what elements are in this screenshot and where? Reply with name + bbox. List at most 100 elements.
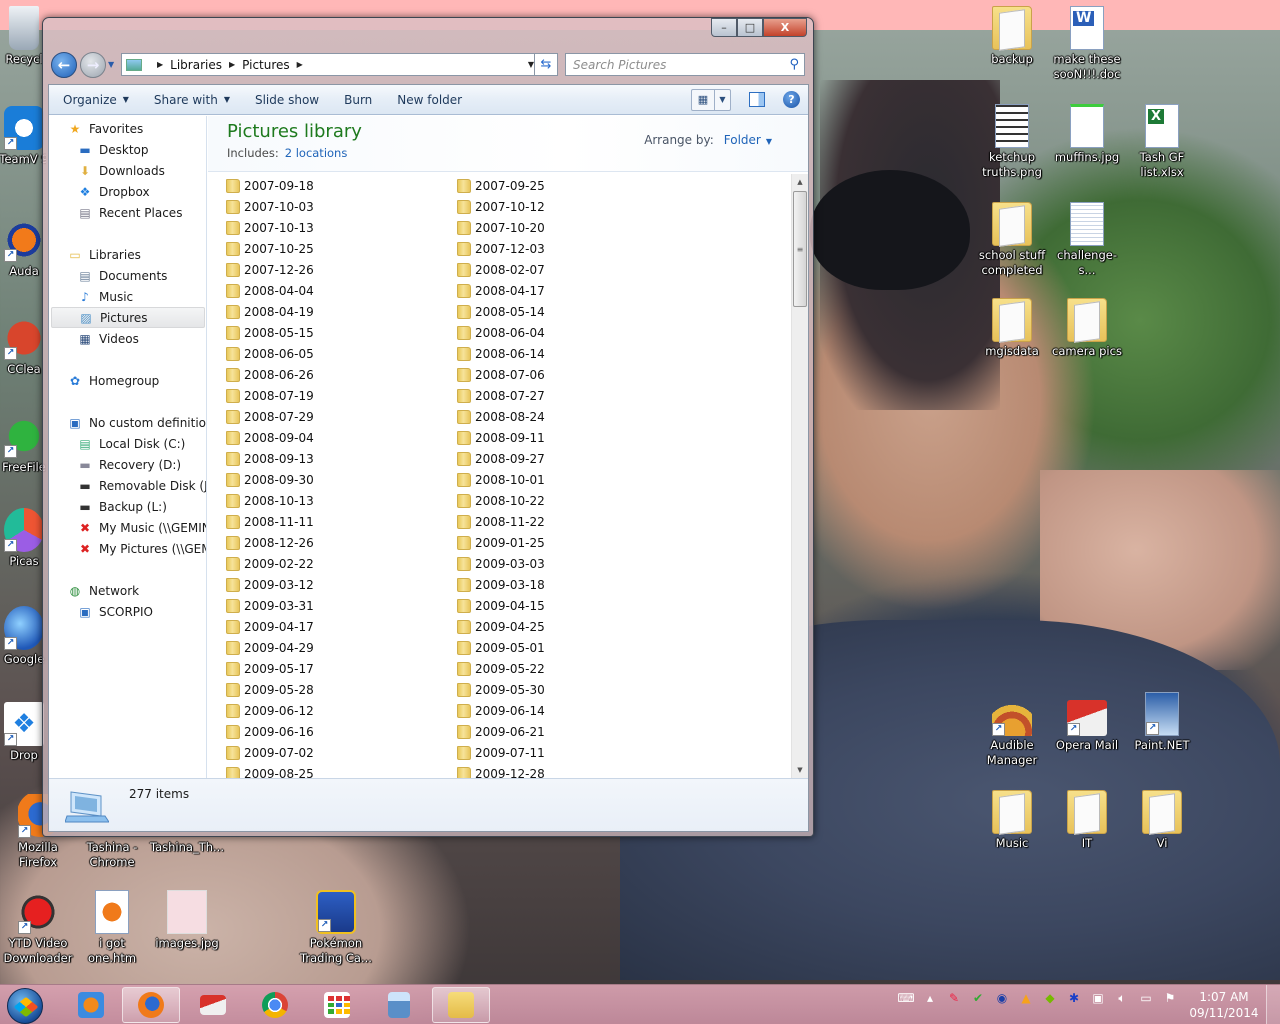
help-button[interactable]: ? <box>783 91 800 108</box>
breadcrumb-separator-icon[interactable]: ▶ <box>157 60 163 69</box>
new-folder-button[interactable]: New folder <box>383 85 473 114</box>
nav-item-videos[interactable]: ▦ Videos <box>49 328 206 349</box>
folder-item[interactable]: 2009-05-17 <box>226 659 426 679</box>
desktop-icon-mgisdata[interactable]: mgisdata <box>974 298 1050 359</box>
desktop-icon-picasa[interactable]: ↗ Picas <box>0 508 46 569</box>
nav-item-desktop[interactable]: ▬ Desktop <box>49 139 206 160</box>
desktop-icon-dropbox[interactable]: ❖ ↗ Drop <box>0 702 46 763</box>
folder-item[interactable]: 2009-04-25 <box>457 617 657 637</box>
folder-item[interactable]: 2009-06-14 <box>457 701 657 721</box>
desktop-icon-muffins[interactable]: muffins.jpg <box>1049 104 1125 165</box>
back-button[interactable]: ← <box>51 52 77 78</box>
folder-item[interactable]: 2008-09-13 <box>226 449 426 469</box>
folder-item[interactable]: 2009-04-29 <box>226 638 426 658</box>
slide-show-button[interactable]: Slide show <box>241 85 330 114</box>
minimize-button[interactable]: – <box>711 18 737 37</box>
nav-item-homegroup[interactable]: ✿ Homegroup <box>49 370 206 391</box>
arrange-by-dropdown[interactable]: Folder <box>724 133 761 147</box>
desktop-icon-opera-mail[interactable]: ↗ Opera Mail <box>1049 692 1125 753</box>
breadcrumb-libraries[interactable]: Libraries <box>170 58 222 72</box>
breadcrumb-separator-icon[interactable]: ▶ <box>297 60 303 69</box>
folder-item[interactable]: 2007-10-25 <box>226 239 426 259</box>
forward-button[interactable]: → <box>80 52 106 78</box>
desktop-icon-paint-net[interactable]: ↗ Paint.NET <box>1124 692 1200 753</box>
start-button[interactable] <box>7 988 43 1024</box>
folder-item[interactable]: 2008-06-26 <box>226 365 426 385</box>
volume-icon[interactable]: 🔈︎ <box>1114 990 1130 1006</box>
nav-item-downloads[interactable]: ⬇ Downloads <box>49 160 206 181</box>
taskbar-chrome[interactable] <box>246 987 304 1023</box>
nvidia-icon[interactable]: ◆ <box>1042 990 1058 1006</box>
ccleaner-tray-icon[interactable]: ✎ <box>946 990 962 1006</box>
folder-item[interactable]: 2008-12-26 <box>226 533 426 553</box>
folder-item[interactable]: 2007-10-12 <box>457 197 657 217</box>
nav-item-favorites[interactable]: ★ Favorites <box>49 118 206 139</box>
show-hidden-icons-icon[interactable]: ▴ <box>922 990 938 1006</box>
taskbar-apps[interactable] <box>308 987 366 1023</box>
desktop-icon-it[interactable]: IT <box>1049 790 1125 851</box>
folder-item[interactable]: 2008-07-19 <box>226 386 426 406</box>
desktop-icon-excel[interactable]: X Tash GF list.xlsx <box>1124 104 1200 180</box>
desktop-icon-audacity[interactable]: ↗ Auda <box>0 218 46 279</box>
locations-link[interactable]: 2 locations <box>285 146 348 160</box>
clock-app-icon[interactable]: ◉ <box>994 990 1010 1006</box>
folder-item[interactable]: 2008-05-14 <box>457 302 657 322</box>
folder-item[interactable]: 2008-09-30 <box>226 470 426 490</box>
folder-item[interactable]: 2008-09-04 <box>226 428 426 448</box>
folder-item[interactable]: 2008-10-22 <box>457 491 657 511</box>
folder-item[interactable]: 2009-04-15 <box>457 596 657 616</box>
folder-item[interactable]: 2007-09-18 <box>226 176 426 196</box>
nav-item-documents[interactable]: ▤ Documents <box>49 265 206 286</box>
close-button[interactable]: X <box>763 18 807 37</box>
folder-item[interactable]: 2007-12-03 <box>457 239 657 259</box>
preview-pane-button[interactable] <box>749 92 765 107</box>
app-tray-icon[interactable]: ▣ <box>1090 990 1106 1006</box>
organize-button[interactable]: Organize ▼ <box>49 85 140 114</box>
desktop-icon-vi[interactable]: Vi <box>1124 790 1200 851</box>
folder-item[interactable]: 2008-02-07 <box>457 260 657 280</box>
breadcrumb-pictures[interactable]: Pictures <box>242 58 290 72</box>
desktop-icon-ytd[interactable]: ↗ YTD Video Downloader <box>0 890 76 966</box>
search-input[interactable]: Search Pictures ⚲ <box>565 53 805 76</box>
folder-item[interactable]: 2009-05-28 <box>226 680 426 700</box>
folder-item[interactable]: 2008-07-06 <box>457 365 657 385</box>
desktop-icon-i-got-one[interactable]: i got one.htm <box>74 890 150 966</box>
folder-item[interactable]: 2009-07-02 <box>226 743 426 763</box>
nav-item-my-music-gemin[interactable]: ✖ My Music (\\GEMIN <box>49 517 206 538</box>
folder-item[interactable]: 2009-07-11 <box>457 743 657 763</box>
folder-item[interactable]: 2009-06-16 <box>226 722 426 742</box>
folder-item[interactable]: 2008-11-11 <box>226 512 426 532</box>
desktop-icon-images-jpg[interactable]: images.jpg <box>149 890 225 951</box>
folder-item[interactable]: 2007-10-20 <box>457 218 657 238</box>
desktop-icon-challenge[interactable]: challenge-s... <box>1049 202 1125 278</box>
bug-icon[interactable]: ✱ <box>1066 990 1082 1006</box>
maximize-button[interactable]: □ <box>737 18 763 37</box>
nav-item-removable-disk-j[interactable]: ▬ Removable Disk (J:) <box>49 475 206 496</box>
folder-item[interactable]: 2008-10-13 <box>226 491 426 511</box>
folder-item[interactable]: 2007-10-13 <box>226 218 426 238</box>
folder-item[interactable]: 2009-08-25 <box>226 764 426 778</box>
nav-item-dropbox[interactable]: ❖ Dropbox <box>49 181 206 202</box>
folder-item[interactable]: 2008-06-05 <box>226 344 426 364</box>
folder-item[interactable]: 2007-12-26 <box>226 260 426 280</box>
folder-item[interactable]: 2009-01-25 <box>457 533 657 553</box>
folder-item[interactable]: 2008-09-11 <box>457 428 657 448</box>
desktop-icon-teamviewer[interactable]: ↗ TeamV 9 <box>0 106 46 167</box>
nav-item-pictures[interactable]: ▨ Pictures <box>51 307 205 328</box>
folder-item[interactable]: 2008-09-27 <box>457 449 657 469</box>
taskbar-opera-mail[interactable] <box>184 987 242 1023</box>
folder-item[interactable]: 2008-04-04 <box>226 281 426 301</box>
folder-item[interactable]: 2008-04-19 <box>226 302 426 322</box>
view-grid-icon[interactable]: ▦ <box>692 90 714 110</box>
desktop-icon-audible[interactable]: ↗ Audible Manager <box>974 692 1050 768</box>
nav-item-local-disk-c[interactable]: ▤ Local Disk (C:) <box>49 433 206 454</box>
scrollbar-thumb[interactable]: ≡ <box>793 191 807 307</box>
folder-item[interactable]: 2009-06-12 <box>226 701 426 721</box>
folder-item[interactable]: 2009-12-28 <box>457 764 657 778</box>
network-icon[interactable]: ▭ <box>1138 990 1154 1006</box>
action-center-flag-icon[interactable]: ⚑ <box>1162 990 1178 1006</box>
share-with-button[interactable]: Share with ▼ <box>140 85 241 114</box>
vertical-scrollbar[interactable]: ▲ ≡ ▼ <box>791 174 808 778</box>
scroll-up-arrow-icon[interactable]: ▲ <box>792 174 808 190</box>
desktop-icon-ccleaner[interactable]: ↗ CClea <box>0 316 46 377</box>
